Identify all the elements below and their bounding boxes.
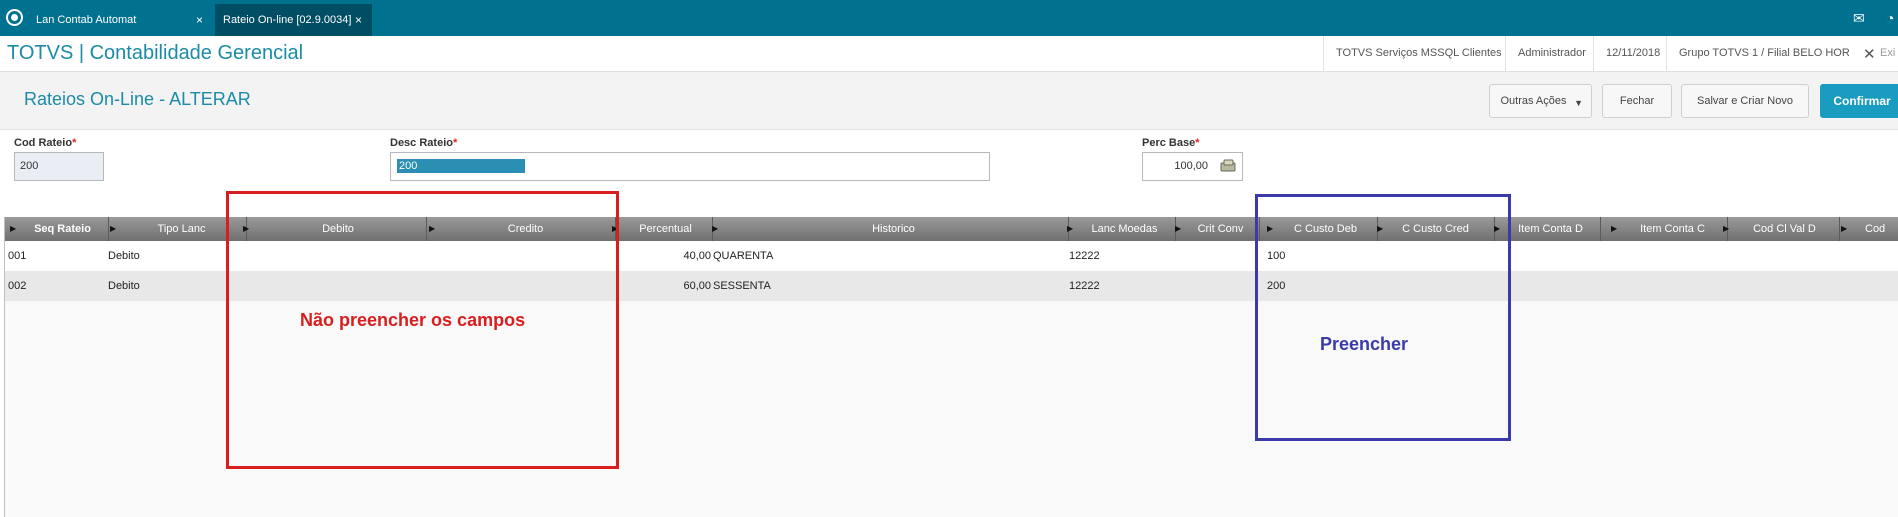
close-icon[interactable]: ✕ xyxy=(1863,45,1876,63)
percentual-cell: 40,00 xyxy=(683,250,711,262)
tab-lan-contab[interactable]: Lan Contab Automat [02.9.0034] × xyxy=(28,4,203,58)
environment-info: TOTVS Serviços MSSQL Clientes xyxy=(1323,36,1514,72)
tab-close-icon[interactable]: × xyxy=(355,4,362,36)
top-tab-bar: Lan Contab Automat [02.9.0034] × Rateio … xyxy=(0,0,1898,58)
more-actions-button[interactable]: Outras Ações ▼ xyxy=(1489,84,1592,118)
confirm-button[interactable]: Confirmar xyxy=(1820,84,1898,118)
lanc-moedas-cell: 12222 xyxy=(1069,280,1100,292)
close-button[interactable]: Fechar xyxy=(1602,84,1672,118)
help-icon[interactable]: ◔ xyxy=(1886,10,1894,26)
annotation-blue-note: Preencher xyxy=(1320,334,1409,354)
seq-cell: 001 xyxy=(8,250,27,262)
page-toolbar: Rateios On-Line - ALTERAR Outras Ações ▼… xyxy=(0,72,1898,130)
column-header[interactable]: Cod xyxy=(1865,217,1898,241)
column-header[interactable]: Item Conta D xyxy=(1501,217,1601,241)
column-arrow-icon: ▶ xyxy=(1611,224,1618,233)
tab-label: Rateio On-line [02.9.0034] xyxy=(223,14,352,26)
column-arrow-icon: ▶ xyxy=(1841,224,1848,233)
user-info: Administrador xyxy=(1505,36,1598,72)
column-header[interactable]: Lanc Moedas xyxy=(1074,217,1176,241)
column-arrow-icon: ▶ xyxy=(712,224,719,233)
column-arrow-icon: ▶ xyxy=(10,224,17,233)
exit-link[interactable]: Exi xyxy=(1880,47,1895,59)
cod-rateio-label: Cod Rateio* xyxy=(14,137,77,149)
column-header[interactable]: Cod Cl Val D xyxy=(1730,217,1840,241)
cod-rateio-field[interactable]: 200 xyxy=(14,152,104,181)
column-header[interactable]: Item Conta C xyxy=(1618,217,1728,241)
mail-icon[interactable]: ✉ xyxy=(1853,10,1865,27)
column-header[interactable]: Historico xyxy=(719,217,1069,241)
page-title: Rateios On-Line - ALTERAR xyxy=(24,89,251,109)
column-arrow-icon: ▶ xyxy=(110,224,117,233)
annotation-red-note: Não preencher os campos xyxy=(300,310,526,330)
lanc-moedas-cell: 12222 xyxy=(1069,250,1100,262)
seq-cell: 002 xyxy=(8,280,27,292)
column-arrow-icon: ▶ xyxy=(1723,224,1730,233)
perc-base-value: 100,00 xyxy=(1174,160,1208,172)
perc-base-field[interactable]: 100,00 xyxy=(1142,152,1243,181)
column-arrow-icon: ▶ xyxy=(1175,224,1182,233)
column-header[interactable]: Percentual xyxy=(619,217,713,241)
column-header[interactable]: Crit Conv xyxy=(1182,217,1260,241)
branch-info: Grupo TOTVS 1 / Filial BELO HOR xyxy=(1666,36,1862,72)
perc-base-label: Perc Base* xyxy=(1142,137,1200,149)
column-header[interactable]: Seq Rateio xyxy=(17,217,109,241)
desc-rateio-value: 200 xyxy=(397,159,525,173)
calculator-icon[interactable] xyxy=(1220,159,1237,173)
desc-rateio-label: Desc Rateio* xyxy=(390,137,458,149)
date-info: 12/11/2018 xyxy=(1593,36,1672,72)
historico-cell: QUARENTA xyxy=(713,250,774,262)
app-header: TOTVS | Contabilidade Gerencial TOTVS Se… xyxy=(0,36,1898,72)
more-actions-label: Outras Ações xyxy=(1500,95,1567,107)
historico-cell: SESSENTA xyxy=(713,280,771,292)
tipo-cell: Debito xyxy=(108,250,140,262)
tipo-cell: Debito xyxy=(108,280,140,292)
save-new-button[interactable]: Salvar e Criar Novo xyxy=(1681,84,1809,118)
column-arrow-icon: ▶ xyxy=(1067,224,1074,233)
annotation-blue-box xyxy=(1255,194,1511,441)
tab-rateio-online[interactable]: Rateio On-line [02.9.0034] × xyxy=(215,4,372,36)
percentual-cell: 60,00 xyxy=(683,280,711,292)
app-title: TOTVS | Contabilidade Gerencial xyxy=(7,42,304,64)
chevron-down-icon: ▼ xyxy=(1574,98,1583,108)
desc-rateio-field[interactable]: 200 xyxy=(390,152,990,181)
tab-close-icon[interactable]: × xyxy=(196,4,203,36)
totvs-logo-icon[interactable] xyxy=(6,9,23,26)
